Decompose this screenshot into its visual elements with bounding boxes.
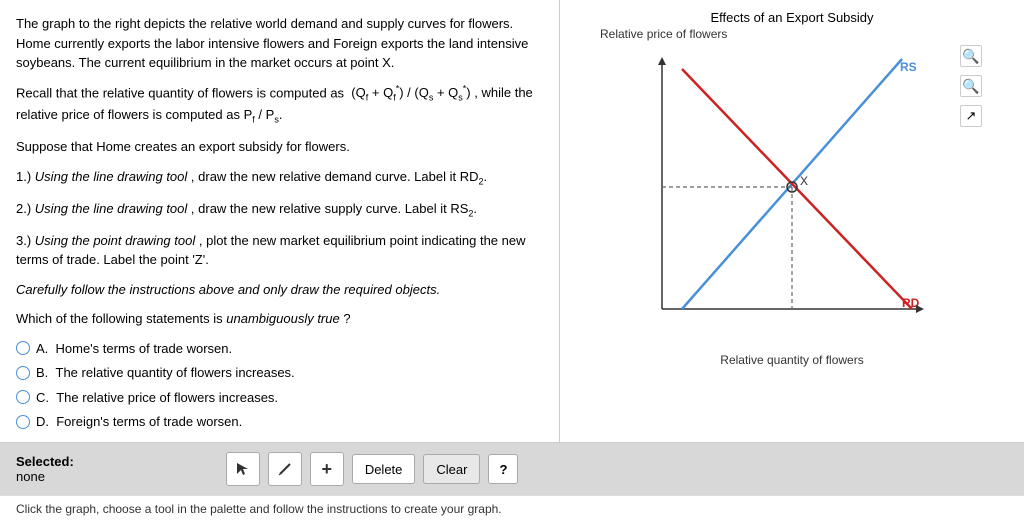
option-a-radio[interactable] [16,341,30,355]
option-b-radio[interactable] [16,366,30,380]
left-panel: The graph to the right depicts the relat… [0,0,560,442]
export-icon-btn[interactable]: ↗ [960,105,982,127]
toolbar: Selected: none + Delete Clear ? [0,443,1024,495]
list-item[interactable]: D. Foreign's terms of trade worsen. [16,412,543,432]
q3-tool: Using the point drawing tool [35,233,195,248]
option-c-label: C. The relative price of flowers increas… [36,388,278,408]
graph-svg: RS RD X [632,49,932,339]
option-d-label: D. Foreign's terms of trade worsen. [36,412,242,432]
x-axis-label: Relative quantity of flowers [632,353,952,367]
footer-text: Click the graph, choose a tool in the pa… [16,502,502,516]
pencil-icon [277,461,293,477]
list-item[interactable]: B. The relative quantity of flowers incr… [16,363,543,383]
option-b-label: B. The relative quantity of flowers incr… [36,363,295,383]
graph-title: Effects of an Export Subsidy [710,10,873,25]
intro-text: The graph to the right depicts the relat… [16,14,543,73]
clear-button[interactable]: Clear [423,454,480,484]
option-a-label: A. Home's terms of trade worsen. [36,339,232,359]
q1-label: 1.) [16,169,31,184]
zoom-icon-btn[interactable]: 🔍 [960,75,982,97]
q2-tool: Using the line drawing tool [35,201,187,216]
q1-text: 1.) Using the line drawing tool , draw t… [16,167,543,189]
recall-prefix: Recall that the relative quantity of flo… [16,85,344,100]
delete-button[interactable]: Delete [352,454,416,484]
x-point-label: X [800,174,808,188]
list-item[interactable]: A. Home's terms of trade worsen. [16,339,543,359]
rs-label: RS [900,60,917,74]
pointer-tool-btn[interactable] [226,452,260,486]
list-item[interactable]: C. The relative price of flowers increas… [16,388,543,408]
graph-area[interactable]: RS RD X [632,49,952,349]
suppose-text: Suppose that Home creates an export subs… [16,137,543,157]
option-d-radio[interactable] [16,415,30,429]
q1-tool: Using the line drawing tool [35,169,187,184]
graph-icon-buttons: 🔍 🔍 ↗ [960,45,982,127]
answer-options: A. Home's terms of trade worsen. B. The … [16,339,543,432]
q3-label: 3.) [16,233,31,248]
graph-y-label: Relative price of flowers [600,27,727,41]
plus-tool-btn[interactable]: + [310,452,344,486]
q3-text: 3.) Using the point drawing tool , plot … [16,231,543,270]
right-panel: Effects of an Export Subsidy Relative pr… [560,0,1024,442]
selected-value: none [16,469,78,484]
selected-label: Selected: [16,454,74,469]
q1-body: , draw the new relative demand curve. La… [191,169,487,184]
pointer-icon [235,461,251,477]
recall-text: Recall that the relative quantity of flo… [16,83,543,128]
careful-text: Carefully follow the instructions above … [16,280,543,300]
formula: (Qf + Qf*) / (Qs + Qs*) [348,85,475,100]
selected-group: Selected: none [16,454,78,484]
option-c-radio[interactable] [16,390,30,404]
q5-suffix: ? [343,311,350,326]
q2-text: 2.) Using the line drawing tool , draw t… [16,199,543,221]
q2-body: , draw the new relative supply curve. La… [191,201,477,216]
q5-prefix: Which of the following statements is [16,311,226,326]
help-button[interactable]: ? [488,454,518,484]
q2-label: 2.) [16,201,31,216]
q5-italic: unambiguously true [226,311,339,326]
pencil-tool-btn[interactable] [268,452,302,486]
question-text: Which of the following statements is una… [16,309,543,329]
search-icon-btn[interactable]: 🔍 [960,45,982,67]
footer: Click the graph, choose a tool in the pa… [0,495,1024,522]
